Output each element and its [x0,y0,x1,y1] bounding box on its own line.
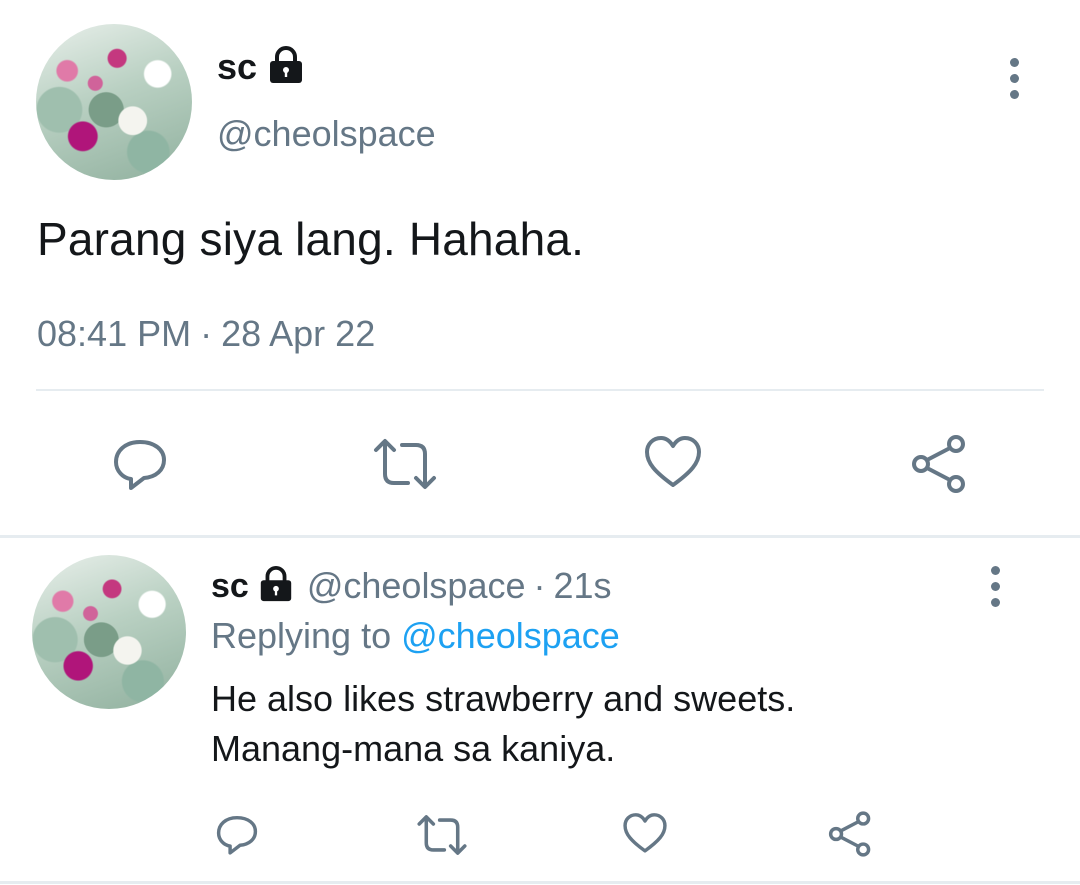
reply-icon [216,815,258,855]
retweet-icon [417,815,467,855]
replying-to-mention[interactable]: @cheolspace [401,615,620,656]
reply-tweet-more-options-icon[interactable] [991,566,1000,607]
main-tweet-reply-button[interactable] [110,432,170,492]
share-icon [828,811,871,857]
reply-tweet-avatar[interactable] [32,555,186,709]
main-tweet-timestamp: 08:41 PM · 28 Apr 22 [37,313,375,355]
section-divider [0,535,1080,538]
reply-tweet-like-button[interactable] [622,811,668,857]
main-tweet-author-name[interactable]: sc [217,46,257,88]
timestamp-separator: · [200,313,213,354]
replying-to-line: Replying to @cheolspace [211,615,620,657]
like-icon [623,813,667,853]
lock-icon [266,45,306,90]
main-tweet-more-options-icon[interactable] [1010,58,1019,99]
lock-icon [257,565,295,608]
main-tweet-time[interactable]: 08:41 PM [37,313,191,355]
reply-tweet-handle[interactable]: @cheolspace [307,565,526,607]
replying-to-label: Replying to [211,615,392,656]
main-tweet-divider [36,389,1044,391]
reply-tweet-header: sc @cheolspace · 21s [211,563,612,609]
main-tweet-like-button[interactable] [643,433,703,493]
bottom-divider [0,881,1080,884]
reply-tweet-text-line: Manang-mana sa kaniya. [211,728,616,769]
reply-tweet-age: 21s [553,565,612,606]
main-tweet-avatar[interactable] [36,24,192,180]
main-tweet-share-button[interactable] [908,433,970,495]
reply-tweet-text: He also likes strawberry and sweets. Man… [211,674,795,774]
main-tweet-retweet-button[interactable] [372,436,438,492]
reply-tweet-retweet-button[interactable] [416,813,468,857]
reply-tweet-share-button[interactable] [826,810,874,858]
retweet-icon [374,439,436,489]
reply-tweet-reply-button[interactable] [214,810,260,856]
main-tweet-handle[interactable]: @cheolspace [217,113,436,155]
reply-tweet-text-line: He also likes strawberry and sweets. [211,678,796,719]
reply-icon [114,440,166,490]
main-tweet-text: Parang siya lang. Hahaha. [37,213,585,265]
like-icon [645,436,701,487]
main-tweet-date[interactable]: 28 Apr 22 [221,313,375,355]
share-icon [912,435,965,493]
reply-tweet-separator: · [533,565,546,606]
reply-tweet-author-name[interactable]: sc [211,567,249,606]
main-tweet-author-row: sc [217,44,306,90]
